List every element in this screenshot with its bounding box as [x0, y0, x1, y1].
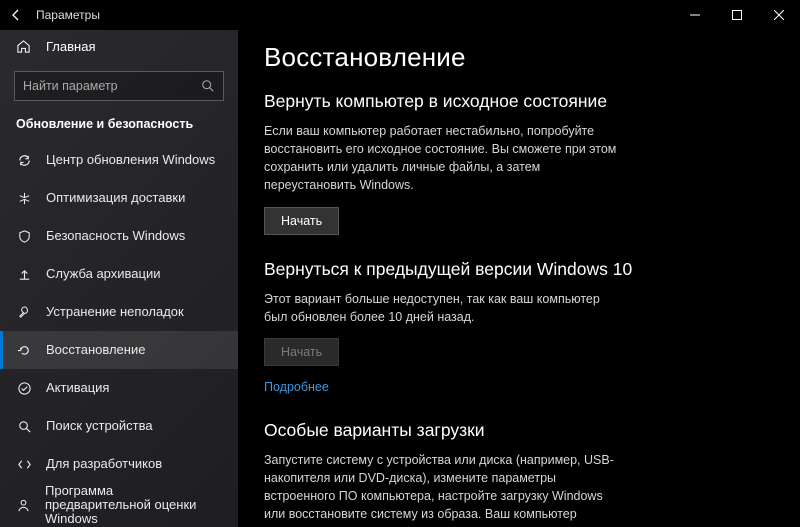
minimize-icon	[690, 10, 700, 20]
wrench-icon	[16, 305, 32, 320]
home-label: Главная	[46, 39, 95, 54]
insider-icon	[16, 498, 31, 513]
location-icon	[16, 419, 32, 434]
sidebar-item-label: Служба архивации	[46, 267, 161, 281]
recovery-icon	[16, 343, 32, 358]
content-pane: Восстановление Вернуть компьютер в исход…	[238, 30, 800, 527]
sidebar-item-label: Оптимизация доставки	[46, 191, 185, 205]
sidebar-item-delivery[interactable]: Оптимизация доставки	[0, 179, 238, 217]
close-button[interactable]	[758, 0, 800, 30]
sync-icon	[16, 153, 32, 168]
sidebar-item-label: Программа предварительной оценки Windows	[45, 484, 222, 527]
sidebar-item-activation[interactable]: Активация	[0, 369, 238, 407]
close-icon	[774, 10, 784, 20]
sidebar-item-update[interactable]: Центр обновления Windows	[0, 141, 238, 179]
delivery-icon	[16, 191, 32, 206]
sidebar-nav: Центр обновления Windows Оптимизация дос…	[0, 141, 238, 527]
minimize-button[interactable]	[674, 0, 716, 30]
home-link[interactable]: Главная	[0, 30, 238, 63]
section-advanced: Особые варианты загрузки Запустите систе…	[264, 420, 774, 527]
sidebar-item-label: Устранение неполадок	[46, 305, 184, 319]
sidebar: Главная Обновление и безопасность Центр …	[0, 30, 238, 527]
sidebar-item-label: Активация	[46, 381, 109, 395]
section-body: Запустите систему с устройства или диска…	[264, 451, 624, 527]
section-previous: Вернуться к предыдущей версии Windows 10…	[264, 259, 774, 396]
code-icon	[16, 457, 32, 472]
maximize-button[interactable]	[716, 0, 758, 30]
backup-icon	[16, 267, 32, 282]
window-title: Параметры	[36, 8, 100, 22]
window-controls	[674, 0, 800, 30]
sidebar-item-label: Поиск устройства	[46, 419, 153, 433]
search-box[interactable]	[14, 71, 224, 101]
sidebar-item-find-device[interactable]: Поиск устройства	[0, 407, 238, 445]
sidebar-item-label: Центр обновления Windows	[46, 153, 215, 167]
sidebar-item-troubleshoot[interactable]: Устранение неполадок	[0, 293, 238, 331]
reset-button[interactable]: Начать	[264, 207, 339, 235]
titlebar: Параметры	[0, 0, 800, 30]
search-icon	[201, 79, 215, 93]
sidebar-item-security[interactable]: Безопасность Windows	[0, 217, 238, 255]
sidebar-item-developers[interactable]: Для разработчиков	[0, 445, 238, 483]
section-body: Этот вариант больше недоступен, так как …	[264, 290, 624, 326]
section-reset: Вернуть компьютер в исходное состояние Е…	[264, 91, 774, 235]
sidebar-item-label: Восстановление	[46, 343, 145, 357]
sidebar-item-label: Для разработчиков	[46, 457, 162, 471]
check-icon	[16, 381, 32, 396]
sidebar-item-label: Безопасность Windows	[46, 229, 185, 243]
page-title: Восстановление	[264, 42, 774, 73]
section-heading: Вернуть компьютер в исходное состояние	[264, 91, 774, 112]
section-heading: Вернуться к предыдущей версии Windows 10	[264, 259, 774, 280]
search-input[interactable]	[23, 79, 201, 93]
back-button[interactable]	[0, 0, 32, 30]
section-body: Если ваш компьютер работает нестабильно,…	[264, 122, 624, 195]
section-heading: Особые варианты загрузки	[264, 420, 774, 441]
sidebar-item-backup[interactable]: Служба архивации	[0, 255, 238, 293]
sidebar-item-insider[interactable]: Программа предварительной оценки Windows	[0, 483, 238, 527]
previous-button: Начать	[264, 338, 339, 366]
learn-more-link[interactable]: Подробнее	[264, 380, 329, 394]
sidebar-item-recovery[interactable]: Восстановление	[0, 331, 238, 369]
sidebar-section-head: Обновление и безопасность	[0, 111, 238, 141]
shield-icon	[16, 229, 32, 244]
arrow-left-icon	[9, 8, 23, 22]
maximize-icon	[732, 10, 742, 20]
home-icon	[16, 39, 32, 54]
